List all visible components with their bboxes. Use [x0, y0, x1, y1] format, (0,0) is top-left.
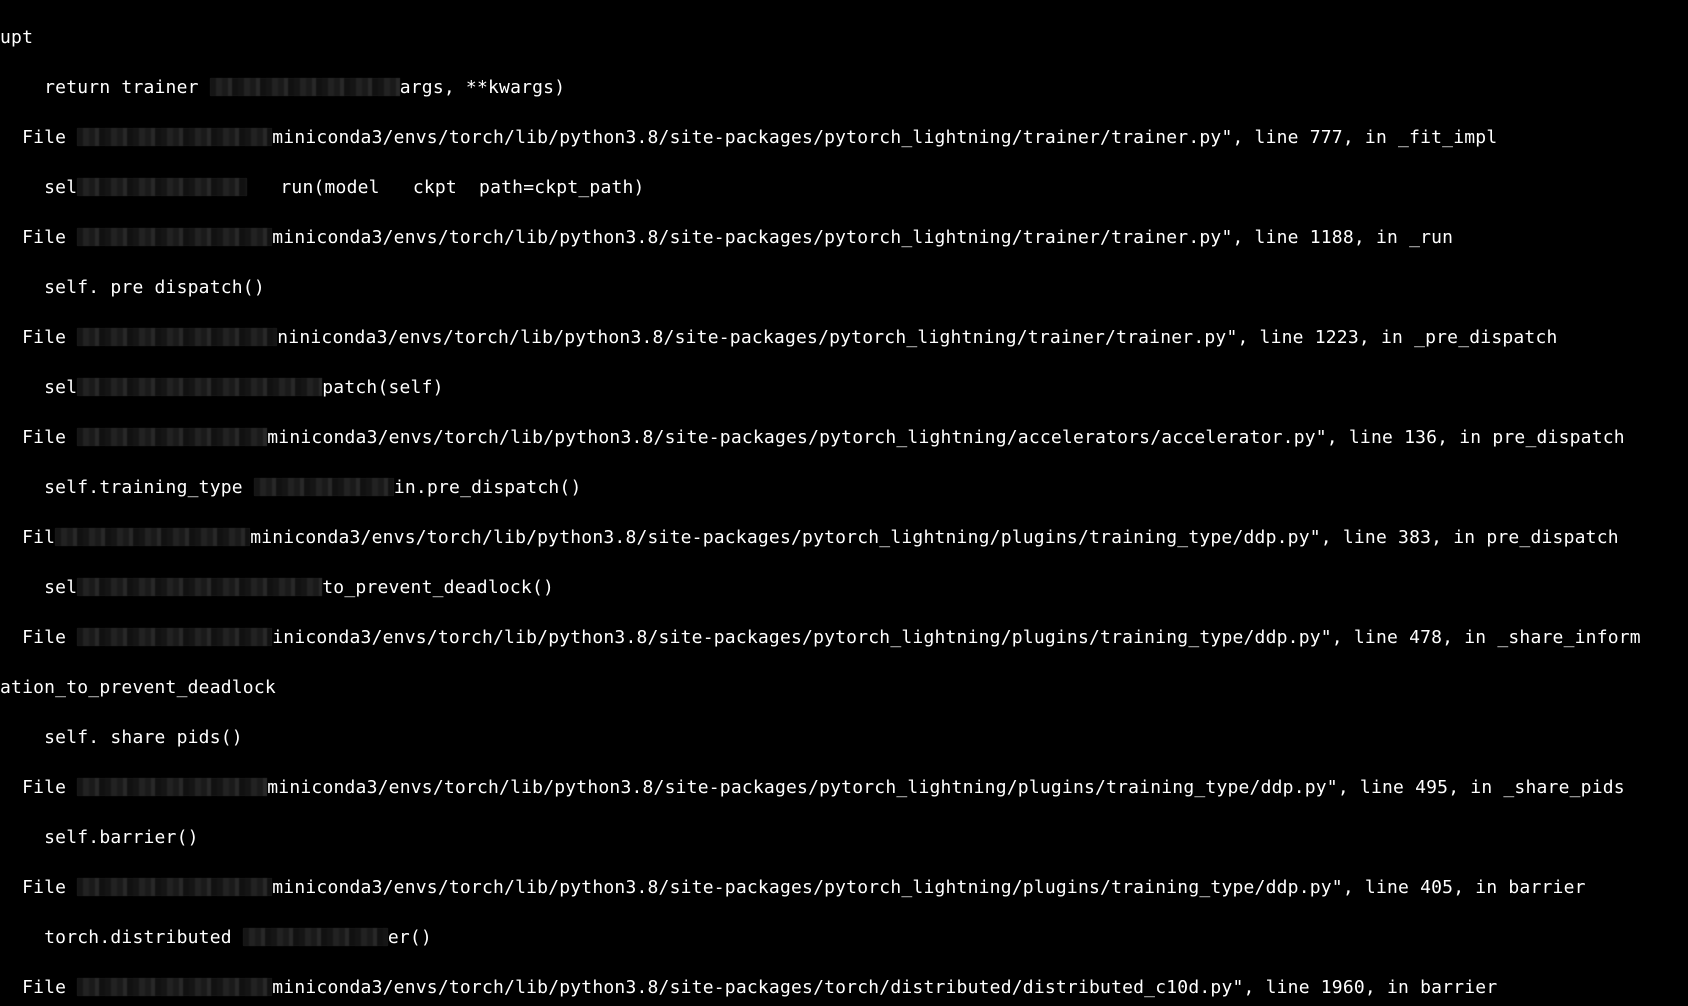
trace-line: return trainer args, **kwargs): [0, 75, 1688, 100]
redacted-path: [77, 378, 322, 396]
trace-text: ation_to_prevent_deadlock: [0, 677, 276, 698]
trace-text: sel: [0, 377, 77, 398]
trace-line: File miniconda3/envs/torch/lib/python3.8…: [0, 125, 1688, 150]
trace-line: sel to_prevent_deadlock(): [0, 575, 1688, 600]
trace-text: File: [0, 427, 77, 448]
trace-text: File: [0, 227, 77, 248]
trace-text: self. share pids(): [0, 727, 243, 748]
trace-line: self. pre dispatch(): [0, 275, 1688, 300]
trace-text: File: [0, 327, 77, 348]
trace-line: Fil miniconda3/envs/torch/lib/python3.8/s…: [0, 525, 1688, 550]
trace-text: File: [0, 627, 77, 648]
trace-text: sel: [0, 577, 77, 598]
trace-line: File miniconda3/envs/torch/lib/python3.8…: [0, 775, 1688, 800]
trace-text: miniconda3/envs/torch/lib/python3.8/site…: [267, 427, 1625, 448]
redacted-path: [77, 178, 247, 196]
trace-line: ation_to_prevent_deadlock: [0, 675, 1688, 700]
trace-text: Fil: [0, 527, 55, 548]
trace-line: self. share pids(): [0, 725, 1688, 750]
trace-text: in.pre_dispatch(): [394, 477, 582, 498]
trace-line: File miniconda3/envs/torch/lib/python3.8…: [0, 225, 1688, 250]
trace-line: sel run(model ckpt path=ckpt_path): [0, 175, 1688, 200]
trace-text: miniconda3/envs/torch/lib/python3.8/site…: [272, 227, 1453, 248]
redacted-path: [210, 78, 400, 96]
redacted-path: [77, 628, 272, 646]
trace-text: to_prevent_deadlock(): [322, 577, 554, 598]
trace-line: File miniconda3/envs/torch/lib/python3.8…: [0, 875, 1688, 900]
redacted-path: [77, 978, 272, 996]
trace-text: args, **kwargs): [400, 77, 566, 98]
redacted-path: [77, 328, 277, 346]
trace-line: torch.distributed er(): [0, 925, 1688, 950]
trace-line: self.barrier(): [0, 825, 1688, 850]
trace-text: File: [0, 877, 77, 898]
trace-text: miniconda3/envs/torch/lib/python3.8/site…: [272, 877, 1585, 898]
trace-text: run(model ckpt path=ckpt_path): [247, 177, 644, 198]
trace-text: self.training_type: [0, 477, 254, 498]
trace-text: iniconda3/envs/torch/lib/python3.8/site-…: [272, 627, 1641, 648]
trace-text: miniconda3/envs/torch/lib/python3.8/site…: [272, 977, 1497, 998]
trace-text: self.barrier(): [0, 827, 199, 848]
redacted-path: [77, 428, 267, 446]
trace-text: File: [0, 977, 77, 998]
trace-text: upt: [0, 27, 33, 48]
redacted-path: [254, 478, 394, 496]
redacted-path: [77, 878, 272, 896]
redacted-path: [77, 228, 272, 246]
trace-line: self.training_type in.pre_dispatch(): [0, 475, 1688, 500]
redacted-path: [77, 778, 267, 796]
trace-text: File: [0, 127, 77, 148]
redacted-path: [77, 128, 272, 146]
trace-text: return trainer: [0, 77, 210, 98]
trace-text: miniconda3/envs/torch/lib/python3.8/site…: [272, 127, 1497, 148]
trace-text: patch(self): [322, 377, 443, 398]
trace-text: miniconda3/envs/torch/lib/python3.8/site…: [250, 527, 1619, 548]
trace-line: File iniconda3/envs/torch/lib/python3.8/…: [0, 625, 1688, 650]
trace-text: sel: [0, 177, 77, 198]
trace-line: File miniconda3/envs/torch/lib/python3.8…: [0, 425, 1688, 450]
redacted-path: [77, 578, 322, 596]
trace-line: sel patch(self): [0, 375, 1688, 400]
trace-text: er(): [388, 927, 432, 948]
redacted-path: [55, 528, 250, 546]
trace-text: niniconda3/envs/torch/lib/python3.8/site…: [277, 327, 1557, 348]
trace-line: File miniconda3/envs/torch/lib/python3.8…: [0, 975, 1688, 1000]
trace-text: miniconda3/envs/torch/lib/python3.8/site…: [267, 777, 1625, 798]
trace-text: File: [0, 777, 77, 798]
trace-text: self. pre dispatch(): [0, 277, 265, 298]
terminal-output[interactable]: upt return trainer args, **kwargs) File …: [0, 0, 1688, 1006]
redacted-path: [243, 928, 388, 946]
trace-line: File niniconda3/envs/torch/lib/python3.8…: [0, 325, 1688, 350]
trace-line: upt: [0, 25, 1688, 50]
trace-text: torch.distributed: [0, 927, 243, 948]
